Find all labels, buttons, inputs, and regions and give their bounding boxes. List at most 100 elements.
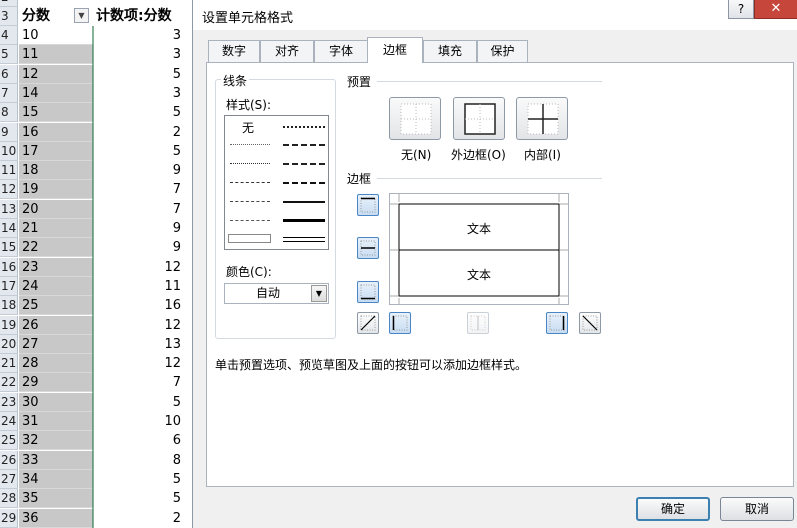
cell-count[interactable]: 9	[93, 161, 187, 181]
cell-score[interactable]: 10	[19, 26, 93, 45]
cell-count[interactable]: 3	[93, 26, 187, 45]
cancel-button[interactable]: 取消	[720, 497, 794, 521]
line-style-list[interactable]: 无	[224, 115, 329, 250]
line-style-dashed[interactable]	[230, 220, 270, 221]
help-button[interactable]: ?	[728, 0, 754, 19]
line-style-medium-dashed[interactable]	[283, 182, 325, 184]
cell-count[interactable]: 7	[93, 199, 187, 219]
row-header[interactable]: 28	[0, 489, 18, 509]
row-header[interactable]: 8	[0, 103, 18, 123]
border-bottom-button[interactable]	[357, 281, 379, 303]
border-inside-horizontal-button[interactable]	[357, 237, 379, 259]
cell-count[interactable]: 3	[93, 83, 187, 103]
row-header[interactable]: 21	[0, 354, 18, 374]
line-style-none[interactable]: 无	[242, 119, 254, 136]
cell-score[interactable]: 22	[19, 238, 93, 258]
preset-none-label[interactable]: 无(N)	[401, 146, 431, 163]
cell-score[interactable]: 35	[19, 489, 93, 509]
preset-none-button[interactable]	[389, 97, 441, 140]
row-header[interactable]: 13	[0, 199, 18, 219]
line-style-hair[interactable]	[230, 144, 270, 145]
ok-button[interactable]: 确定	[636, 497, 710, 521]
cell-score[interactable]: 36	[19, 508, 93, 528]
cell-count[interactable]: 5	[93, 489, 187, 509]
row-header[interactable]: 12	[0, 180, 18, 200]
color-dropdown[interactable]: 自动 ▼	[224, 283, 329, 304]
line-style-dotted[interactable]	[230, 163, 270, 164]
cell-count[interactable]: 12	[93, 315, 187, 335]
cell-score[interactable]: 15	[19, 103, 93, 123]
cell-count[interactable]: 11	[93, 276, 187, 296]
row-header[interactable]: 18	[0, 296, 18, 316]
row-header[interactable]: 9	[0, 122, 18, 142]
row-header[interactable]: 24	[0, 412, 18, 431]
cell-count[interactable]: 5	[93, 64, 187, 84]
cell-count[interactable]: 7	[93, 180, 187, 200]
row-header[interactable]: 5	[0, 45, 18, 65]
border-diagonal-down-button[interactable]	[579, 312, 601, 334]
cell-score[interactable]: 33	[19, 450, 93, 470]
border-left-button[interactable]	[389, 312, 411, 334]
cell-score[interactable]: 21	[19, 219, 93, 238]
cell-score[interactable]: 18	[19, 161, 93, 181]
row-header[interactable]: 19	[0, 315, 18, 335]
line-style-medium-dash-dot-dot[interactable]	[283, 126, 325, 128]
cell-score[interactable]: 34	[19, 469, 93, 489]
preset-outline-button[interactable]	[453, 97, 505, 140]
cell-score[interactable]: 17	[19, 141, 93, 161]
tab-protection[interactable]: 保护	[477, 40, 528, 62]
cell-count[interactable]: 2	[93, 122, 187, 142]
row-header[interactable]: 22	[0, 373, 18, 393]
cell-count[interactable]: 12	[93, 354, 187, 374]
cell-count[interactable]: 5	[93, 469, 187, 489]
row-header[interactable]: 7	[0, 83, 18, 103]
cell-score[interactable]: 32	[19, 431, 93, 451]
row-header[interactable]: 6	[0, 64, 18, 84]
cell-score[interactable]: 19	[19, 180, 93, 200]
cell-count[interactable]: 3	[93, 45, 187, 65]
border-diagonal-up-button[interactable]	[357, 312, 379, 334]
line-style-dash-dot-dot[interactable]	[230, 182, 270, 183]
line-style-double[interactable]	[283, 237, 325, 242]
line-style-thin-selected[interactable]	[228, 234, 271, 243]
cell-count[interactable]: 6	[93, 431, 187, 451]
row-header[interactable]: 26	[0, 450, 18, 470]
row-header[interactable]: 29	[0, 508, 18, 528]
border-inside-vertical-button[interactable]	[467, 312, 489, 334]
border-right-button[interactable]	[546, 312, 568, 334]
cell-count[interactable]: 8	[93, 450, 187, 470]
row-header[interactable]: 2	[0, 0, 18, 7]
dropdown-arrow-icon[interactable]: ▼	[311, 285, 327, 302]
tab-font[interactable]: 字体	[314, 40, 368, 62]
row-header[interactable]: 20	[0, 334, 18, 354]
preset-inside-label[interactable]: 内部(I)	[524, 146, 561, 163]
cell-count[interactable]: 2	[93, 508, 187, 528]
cell-count[interactable]: 5	[93, 103, 187, 123]
cell-score[interactable]: 26	[19, 315, 93, 335]
row-header[interactable]: 23	[0, 392, 18, 412]
row-header[interactable]: 11	[0, 161, 18, 181]
cell-count[interactable]: 10	[93, 412, 187, 431]
pivot-value-header[interactable]: 计数项:分数	[93, 6, 203, 26]
row-header[interactable]: 27	[0, 469, 18, 489]
line-style-medium-dash-dot[interactable]	[283, 163, 325, 165]
cell-count[interactable]: 12	[93, 257, 187, 277]
line-style-dash-dot[interactable]	[230, 201, 270, 202]
cell-score[interactable]: 14	[19, 83, 93, 103]
cell-count[interactable]: 16	[93, 296, 187, 316]
row-header[interactable]: 3	[0, 7, 18, 26]
cell-score[interactable]: 28	[19, 354, 93, 374]
row-header[interactable]: 25	[0, 431, 18, 451]
row-header[interactable]: 10	[0, 141, 18, 161]
tab-number[interactable]: 数字	[208, 40, 260, 62]
cell-score[interactable]: 12	[19, 64, 93, 84]
cell-score[interactable]: 20	[19, 199, 93, 219]
cell-score[interactable]: 27	[19, 334, 93, 354]
dialog-titlebar[interactable]: 设置单元格格式 ? ✕	[193, 0, 797, 30]
cell-count[interactable]: 13	[93, 334, 187, 354]
cell-score[interactable]: 16	[19, 122, 93, 142]
row-header[interactable]: 15	[0, 238, 18, 258]
row-header[interactable]: 17	[0, 276, 18, 296]
border-top-button[interactable]	[357, 194, 379, 216]
filter-dropdown-button[interactable]: ▼	[74, 8, 89, 23]
